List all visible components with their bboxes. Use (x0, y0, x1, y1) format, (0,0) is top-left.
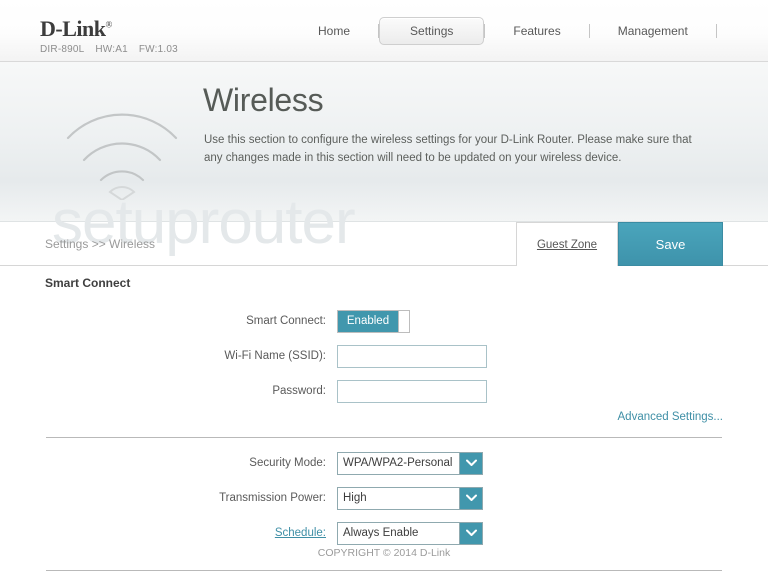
registered-mark: ® (105, 19, 112, 30)
form-row-security-mode: Security Mode: WPA/WPA2-Personal (0, 448, 768, 478)
guest-zone-button[interactable]: Guest Zone (516, 222, 618, 266)
device-info: DIR-890L HW:A1 FW:1.03 (40, 44, 186, 55)
form-row-smart-connect: Smart Connect: Enabled (0, 306, 768, 336)
schedule-value: Always Enable (343, 527, 419, 539)
page-header: D-Link® DIR-890L HW:A1 FW:1.03 Home Sett… (0, 0, 768, 62)
brand-text: D-Link (40, 16, 106, 41)
password-input[interactable] (337, 379, 487, 403)
brand-name: D-Link® (40, 18, 186, 40)
security-mode-select[interactable]: WPA/WPA2-Personal (337, 451, 483, 475)
transmission-power-select[interactable]: High (337, 486, 483, 510)
toggle-knob (398, 310, 409, 332)
transmission-power-label: Transmission Power: (219, 492, 326, 504)
smart-connect-toggle-wrap: Enabled (337, 309, 410, 333)
schedule-wrap: Always Enable (337, 521, 483, 545)
password-field-wrap (337, 379, 487, 403)
action-buttons: Guest Zone Save (516, 222, 723, 266)
wifi-icon (66, 113, 178, 200)
section-title: Smart Connect (45, 276, 131, 290)
smart-connect-toggle[interactable]: Enabled (337, 309, 410, 333)
schedule-select[interactable]: Always Enable (337, 521, 483, 545)
security-mode-label: Security Mode: (249, 457, 326, 469)
transmission-power-wrap: High (337, 486, 483, 510)
advanced-settings-link[interactable]: Advanced Settings... (618, 411, 723, 423)
smart-connect-toggle-value: Enabled (338, 310, 398, 332)
transmission-power-value: High (343, 492, 367, 504)
form-row-password: Password: (0, 376, 768, 406)
chevron-down-icon[interactable] (459, 487, 482, 509)
smart-connect-label: Smart Connect: (246, 315, 326, 327)
breadcrumb-bar: Settings >> Wireless Guest Zone Save (0, 222, 768, 266)
schedule-link-label[interactable]: Schedule: (0, 527, 332, 539)
firmware-version: FW:1.03 (138, 44, 178, 55)
nav-separator (715, 24, 717, 38)
chevron-down-icon[interactable] (459, 522, 482, 544)
nav-item-home[interactable]: Home (290, 25, 378, 37)
schedule-label-text: Schedule: (274, 527, 326, 539)
main-navigation: Home Settings Features Management (290, 0, 717, 62)
settings-form: Smart Connect Smart Connect: Enabled Wi-… (0, 266, 768, 571)
password-label: Password: (272, 385, 326, 397)
nav-item-settings[interactable]: Settings (379, 17, 485, 45)
chevron-down-icon[interactable] (459, 452, 482, 474)
security-mode-value: WPA/WPA2-Personal (343, 457, 453, 469)
page-title: Wireless (203, 82, 324, 118)
nav-item-management[interactable]: Management (590, 25, 716, 37)
page-description: Use this section to configure the wirele… (204, 134, 692, 164)
brand-logo: D-Link® DIR-890L HW:A1 FW:1.03 (40, 18, 186, 56)
advanced-settings-row: Advanced Settings... (0, 411, 768, 431)
hardware-version: HW:A1 (95, 44, 128, 55)
form-row-ssid: Wi-Fi Name (SSID): (0, 341, 768, 371)
nav-item-features[interactable]: Features (485, 25, 588, 37)
form-row-transmission-power: Transmission Power: High (0, 483, 768, 513)
ssid-label: Wi-Fi Name (SSID): (224, 350, 326, 362)
ssid-input[interactable] (337, 344, 487, 368)
security-mode-wrap: WPA/WPA2-Personal (337, 451, 483, 475)
hero-banner: Wireless Use this section to configure t… (0, 62, 768, 222)
save-button[interactable]: Save (618, 222, 723, 266)
form-row-schedule: Schedule: Always Enable (0, 518, 768, 548)
breadcrumb: Settings >> Wireless (45, 237, 156, 251)
footer-copyright: COPYRIGHT © 2014 D-Link (317, 547, 451, 559)
ssid-field-wrap (337, 344, 487, 368)
model-number: DIR-890L (40, 44, 85, 55)
